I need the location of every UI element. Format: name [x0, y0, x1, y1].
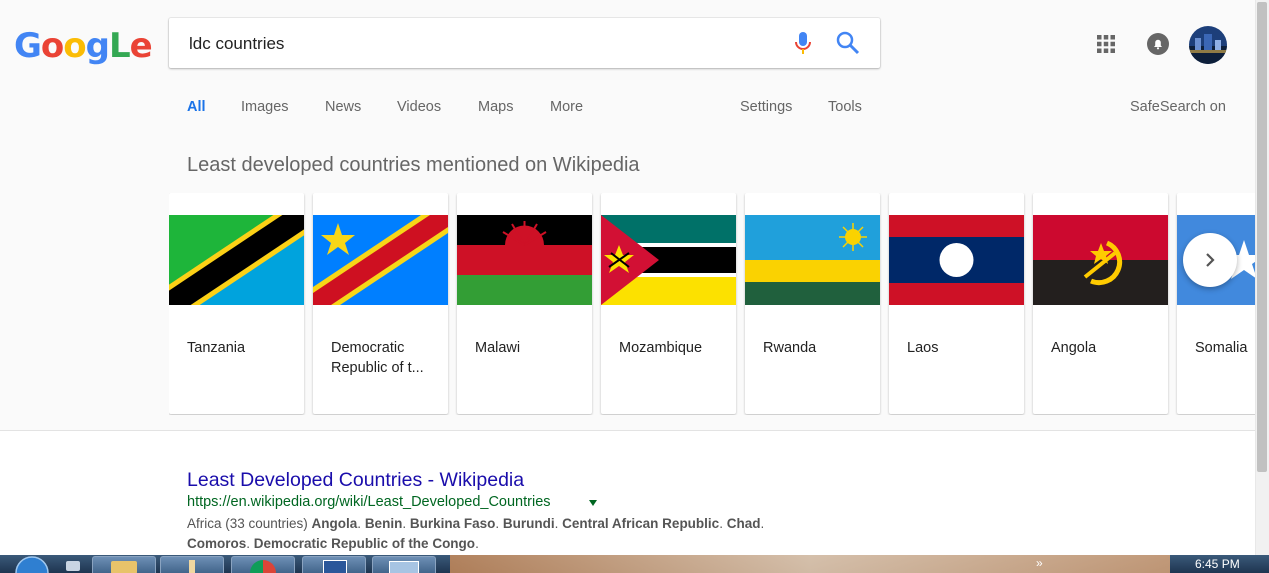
taskbar-paint-button[interactable] — [160, 556, 224, 573]
tray-overflow-icon[interactable]: » — [1036, 556, 1043, 570]
scrollbar-thumb[interactable] — [1257, 2, 1267, 472]
snippet-item: Angola — [311, 516, 358, 531]
taskbar-explorer-button[interactable] — [92, 556, 156, 573]
country-name: Democratic Republic of t... — [331, 340, 424, 376]
carousel-title: Least developed countries mentioned on W… — [187, 154, 640, 176]
malawi-flag-icon — [457, 215, 592, 305]
notifications-icon[interactable] — [1147, 33, 1169, 55]
country-card-tanzania[interactable]: Tanzania — [169, 193, 304, 414]
search-input[interactable] — [187, 31, 771, 57]
google-logo[interactable]: GoogLe — [14, 26, 154, 66]
angola-flag-icon — [1033, 215, 1168, 305]
folder-icon — [111, 561, 137, 573]
taskbar-window-button[interactable] — [372, 556, 436, 573]
drc-flag-icon — [313, 215, 448, 305]
laos-flag-icon — [889, 215, 1024, 305]
country-name: Angola — [1051, 340, 1097, 356]
snippet-item: Benin — [364, 516, 403, 531]
url-dropdown-arrow-icon[interactable] — [589, 500, 597, 506]
country-card-mozambique[interactable]: Mozambique — [601, 193, 736, 414]
search-icon[interactable] — [835, 30, 861, 56]
snippet-item: Central African Republic — [562, 516, 720, 531]
country-card-somalia[interactable]: Somalia — [1177, 193, 1259, 414]
country-name: Laos — [907, 340, 939, 356]
country-card-laos[interactable]: Laos — [889, 193, 1024, 414]
tab-settings[interactable]: Settings — [740, 99, 792, 115]
result-url: https://en.wikipedia.org/wiki/Least_Deve… — [187, 494, 551, 510]
paint-icon — [189, 560, 195, 573]
snippet-item: Comoros — [187, 536, 247, 551]
word-icon — [323, 560, 347, 573]
country-card-angola[interactable]: Angola — [1033, 193, 1168, 414]
snippet-item: Burkina Faso — [409, 516, 496, 531]
country-card-rwanda[interactable]: Rwanda — [745, 193, 880, 414]
mic-icon[interactable] — [791, 30, 815, 56]
window-icon — [389, 561, 419, 573]
result-snippet: Africa (33 countries) Angola. Benin. Bur… — [187, 516, 765, 551]
tab-news[interactable]: News — [325, 99, 361, 115]
search-box — [169, 18, 880, 68]
mozambique-flag-icon — [601, 215, 736, 305]
tab-tools[interactable]: Tools — [828, 99, 862, 115]
apps-icon[interactable] — [1096, 34, 1116, 54]
country-card-drc[interactable]: Democratic Republic of t... — [313, 193, 448, 414]
tab-images[interactable]: Images — [241, 99, 289, 115]
taskbar-thumbnail-area — [450, 555, 1170, 573]
taskbar-chrome-button[interactable] — [231, 556, 295, 573]
quicklaunch-icon[interactable] — [66, 561, 80, 571]
snippet-item: Burundi — [502, 516, 555, 531]
avatar[interactable] — [1189, 26, 1227, 64]
snippet-item: Democratic Republic of the Congo — [253, 536, 476, 551]
tab-maps[interactable]: Maps — [478, 99, 513, 115]
chevron-right-icon — [1206, 253, 1215, 267]
start-button[interactable] — [10, 555, 54, 573]
rwanda-flag-icon — [745, 215, 880, 305]
safesearch-status[interactable]: SafeSearch on — [1130, 99, 1226, 115]
tanzania-flag-icon — [169, 215, 304, 305]
country-card-malawi[interactable]: Malawi — [457, 193, 592, 414]
country-name: Somalia — [1195, 340, 1248, 356]
snippet-prefix: Africa (33 countries) — [187, 516, 312, 531]
country-name: Malawi — [475, 340, 521, 356]
country-carousel: Tanzania Democratic Republic of t... Mal… — [169, 193, 1259, 415]
tab-videos[interactable]: Videos — [397, 99, 441, 115]
snippet-item: Chad — [726, 516, 761, 531]
windows-start-icon — [15, 556, 49, 573]
windows-taskbar: » 6:45 PM — [0, 555, 1269, 573]
tab-all[interactable]: All — [187, 99, 206, 115]
taskbar-clock[interactable]: 6:45 PM — [1195, 557, 1240, 571]
result-title-link[interactable]: Least Developed Countries - Wikipedia — [187, 469, 524, 492]
country-name: Mozambique — [619, 340, 703, 356]
carousel-next-button[interactable] — [1183, 233, 1237, 287]
country-name: Rwanda — [763, 340, 817, 356]
chrome-icon — [250, 560, 276, 573]
taskbar-word-button[interactable] — [302, 556, 366, 573]
country-name: Tanzania — [187, 340, 246, 356]
tab-more[interactable]: More — [550, 99, 583, 115]
